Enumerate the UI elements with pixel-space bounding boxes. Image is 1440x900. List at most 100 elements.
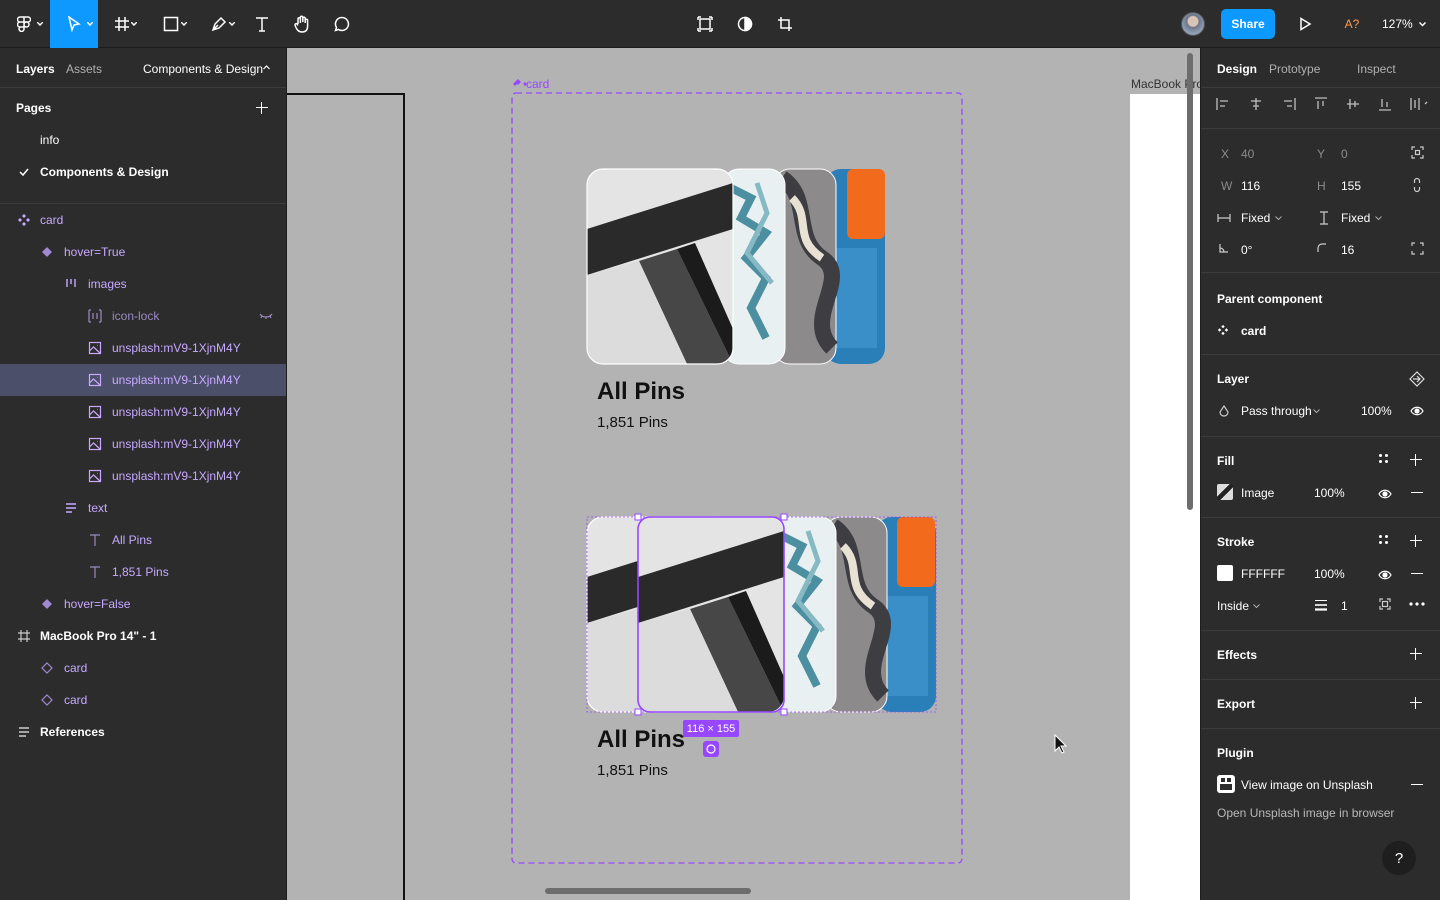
layer-images[interactable]: images (0, 268, 286, 300)
add-effect-icon[interactable] (1409, 647, 1423, 661)
more-options-icon[interactable] (1409, 602, 1425, 606)
tab-layers[interactable]: Layers (16, 62, 55, 76)
fill-type-label[interactable]: Image (1241, 486, 1274, 500)
stroke-weight-icon (1315, 600, 1327, 611)
add-fill-icon[interactable] (1409, 453, 1423, 467)
layer-label: All Pins (112, 533, 153, 547)
layer-image-1[interactable]: unsplash:mV9-1XjnM4Y (0, 332, 286, 364)
user-initials-badge[interactable]: A? (1336, 0, 1368, 48)
user-avatar[interactable] (1180, 0, 1206, 48)
layer-all-pins[interactable]: All Pins (0, 524, 286, 556)
corner-radius-input[interactable]: 16 (1341, 243, 1354, 257)
tab-assets[interactable]: Assets (66, 62, 102, 76)
width-mode-dropdown[interactable]: Fixed (1241, 211, 1270, 225)
layer-card[interactable]: card (0, 204, 286, 236)
plugin-action-link[interactable]: View image on Unsplash (1241, 778, 1373, 792)
help-button[interactable]: ? (1382, 841, 1416, 875)
stroke-color-swatch[interactable] (1217, 565, 1233, 581)
layer-image-3[interactable]: unsplash:mV9-1XjnM4Y (0, 396, 286, 428)
parent-component-link[interactable]: card (1241, 324, 1266, 338)
w-input[interactable]: 116 (1241, 179, 1260, 193)
layer-text[interactable]: text (0, 492, 286, 524)
frame-tool-button[interactable] (102, 0, 142, 48)
vertical-auto-layout-icon (66, 503, 76, 513)
rectangle-icon (163, 16, 179, 32)
add-export-icon[interactable] (1409, 696, 1423, 710)
theme-toggle-button[interactable] (732, 0, 758, 48)
figma-logo-icon (17, 16, 31, 32)
variant-icon (42, 599, 52, 609)
go-to-main-icon[interactable] (1409, 371, 1425, 387)
instance-swap-handle[interactable] (703, 741, 719, 757)
tab-inspect[interactable]: Inspect (1357, 62, 1396, 76)
hidden-eye-icon[interactable] (259, 312, 273, 320)
layer-hover-false[interactable]: hover=False (0, 588, 286, 620)
crop-tool-button[interactable] (772, 0, 798, 48)
page-item-components-design[interactable]: Components & Design (0, 156, 286, 188)
page-item-info[interactable]: info (0, 124, 286, 156)
remove-plugin-icon[interactable] (1411, 784, 1423, 786)
main-menu-button[interactable] (0, 0, 48, 48)
constrain-proportions-icon[interactable] (1413, 177, 1421, 193)
move-tool-button[interactable] (50, 0, 98, 48)
page-switcher[interactable]: Components & Design (143, 62, 263, 76)
canvas[interactable]: All Pins 1,851 Pins 116 × 155 All Pins 1… (287, 48, 1200, 900)
shape-tool-button[interactable] (150, 0, 192, 48)
blend-mode-dropdown[interactable]: Pass through (1241, 404, 1312, 418)
eye-icon[interactable] (1378, 570, 1392, 580)
present-button[interactable] (1292, 0, 1318, 48)
styles-icon[interactable] (1379, 454, 1389, 464)
comment-tool-button[interactable] (328, 0, 356, 48)
layer-card-instance-2[interactable]: card (0, 684, 286, 716)
tab-design[interactable]: Design (1217, 62, 1257, 76)
x-input[interactable]: 40 (1241, 147, 1254, 161)
fill-image-swatch[interactable] (1217, 484, 1233, 500)
layer-image-2[interactable]: unsplash:mV9-1XjnM4Y (0, 364, 286, 396)
stroke-weight-input[interactable]: 1 (1341, 599, 1348, 613)
add-page-icon[interactable] (255, 101, 269, 115)
stroke-color-input[interactable]: FFFFFF (1241, 567, 1285, 581)
individual-strokes-icon[interactable] (1379, 598, 1391, 610)
independent-corners-icon[interactable] (1411, 242, 1424, 255)
stroke-align-dropdown[interactable]: Inside (1217, 599, 1249, 613)
eye-icon[interactable] (1378, 489, 1392, 499)
pen-tool-button[interactable] (198, 0, 240, 48)
help-label: ? (1394, 849, 1404, 867)
layer-pins-count[interactable]: 1,851 Pins (0, 556, 286, 588)
layer-macbook-frame[interactable]: MacBook Pro 14" - 1 (0, 620, 286, 652)
text-tool-button[interactable] (248, 0, 276, 48)
layer-label: unsplash:mV9-1XjnM4Y (112, 405, 241, 419)
absolute-position-icon[interactable] (1411, 146, 1424, 159)
add-stroke-icon[interactable] (1409, 534, 1423, 548)
layer-icon-lock[interactable]: icon-lock (0, 300, 286, 332)
alignment-section (1201, 88, 1440, 129)
stroke-opacity-input[interactable]: 100% (1314, 567, 1345, 581)
y-label: Y (1317, 147, 1326, 161)
h-input[interactable]: 155 (1341, 179, 1361, 193)
y-input[interactable]: 0 (1341, 147, 1348, 161)
horizontal-scrollbar[interactable] (545, 888, 751, 894)
layer-image-4[interactable]: unsplash:mV9-1XjnM4Y (0, 428, 286, 460)
component-tool-button[interactable] (692, 0, 718, 48)
fill-opacity-input[interactable]: 100% (1314, 486, 1345, 500)
remove-stroke-icon[interactable] (1411, 573, 1423, 575)
effects-heading: Effects (1217, 648, 1258, 662)
eye-icon[interactable] (1410, 406, 1424, 416)
tab-prototype[interactable]: Prototype (1269, 62, 1320, 76)
zoom-dropdown[interactable]: 127% (1382, 0, 1432, 48)
h-label: H (1317, 179, 1326, 193)
layer-hover-true[interactable]: hover=True (0, 236, 286, 268)
component-icon (18, 214, 30, 226)
rotation-input[interactable]: 0° (1241, 243, 1252, 257)
share-button[interactable]: Share (1221, 9, 1275, 39)
remove-fill-icon[interactable] (1411, 492, 1423, 494)
layer-card-instance-1[interactable]: card (0, 652, 286, 684)
layer-image-5[interactable]: unsplash:mV9-1XjnM4Y (0, 460, 286, 492)
layer-opacity-input[interactable]: 100% (1361, 404, 1392, 418)
hand-tool-button[interactable] (288, 0, 316, 48)
vertical-scrollbar[interactable] (1187, 53, 1193, 510)
alignment-icons[interactable] (1215, 96, 1431, 112)
layer-references[interactable]: References (0, 716, 286, 748)
height-mode-dropdown[interactable]: Fixed (1341, 211, 1370, 225)
styles-icon[interactable] (1379, 535, 1389, 545)
